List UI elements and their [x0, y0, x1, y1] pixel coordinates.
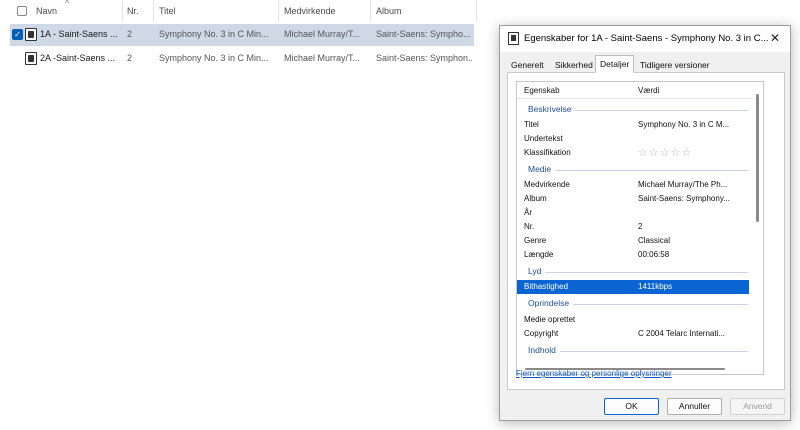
property-row-nr[interactable]: Nr. 2	[517, 220, 749, 234]
property-key: Nr.	[524, 222, 535, 231]
remove-properties-link[interactable]: Fjern egenskaber og personlige oplysning…	[516, 369, 672, 378]
property-key: År	[524, 208, 532, 217]
file-name: 1A - Saint-Saens ...	[40, 29, 118, 39]
property-key: Klassifikation	[524, 148, 571, 157]
group-label: Oprindelse	[528, 298, 574, 308]
tab-general[interactable]: Generelt	[506, 56, 549, 72]
file-artist: Michael Murray/T...	[284, 29, 361, 39]
sort-ascending-icon: ^	[65, 0, 70, 8]
properties-dialog: Egenskaber for 1A - Saint-Saens - Sympho…	[499, 25, 791, 421]
property-row-bitrate[interactable]: Bithastighed 1411kbps	[517, 280, 749, 294]
file-title: Symphony No. 3 in C Min...	[159, 29, 269, 39]
column-header-row: ^ Navn Nr. Titel Medvirkende Album	[0, 0, 478, 22]
column-divider[interactable]	[153, 0, 154, 22]
property-row-length[interactable]: Længde 00:06:58	[517, 248, 749, 262]
audio-file-icon	[25, 52, 37, 65]
property-key: Medvirkende	[524, 180, 570, 189]
tab-details[interactable]: Detaljer	[595, 55, 635, 73]
group-divider	[528, 272, 748, 273]
file-album: Saint-Saens: Sympho...	[376, 29, 471, 39]
group-label: Lyd	[528, 266, 546, 276]
file-nr: 2	[127, 53, 133, 63]
property-row-subtitle[interactable]: Undertekst	[517, 132, 749, 146]
column-divider[interactable]	[370, 0, 371, 22]
cancel-button[interactable]: Annuller	[667, 398, 722, 415]
ok-button[interactable]: OK	[604, 398, 659, 415]
property-key: Undertekst	[524, 134, 563, 143]
property-key: Længde	[524, 250, 554, 259]
file-row[interactable]: ✓ 1A - Saint-Saens ... 2 Symphony No. 3 …	[10, 24, 474, 46]
dialog-title: Egenskaber for 1A - Saint-Saens - Sympho…	[524, 33, 769, 44]
property-value: Saint-Saens: Symphony...	[638, 194, 730, 203]
group-sound: Lyd	[517, 266, 753, 278]
property-row-media-created[interactable]: Medie oprettet	[517, 313, 749, 327]
group-media: Medie	[517, 164, 753, 176]
property-row-rating[interactable]: Klassifikation ☆☆☆☆☆	[517, 146, 749, 160]
property-row-copyright[interactable]: Copyright C 2004 Telarc Internati...	[517, 327, 749, 341]
column-header-value[interactable]: Værdi	[638, 86, 659, 95]
group-description: Beskrivelse	[517, 104, 753, 116]
property-key: Album	[524, 194, 547, 203]
tab-security[interactable]: Sikkerhed	[550, 56, 598, 72]
scrollbar-thumb[interactable]	[756, 94, 759, 222]
property-row-title[interactable]: Titel Symphony No. 3 in C M...	[517, 118, 749, 132]
file-nr: 2	[127, 29, 133, 39]
header-divider	[517, 98, 753, 99]
property-value: Symphony No. 3 in C M...	[638, 120, 730, 129]
property-value: Classical	[638, 236, 671, 245]
file-album: Saint-Saens: Symphon...	[376, 53, 472, 63]
property-row-genre[interactable]: Genre Classical	[517, 234, 749, 248]
column-header-artist[interactable]: Medvirkende	[284, 6, 336, 20]
property-list[interactable]: Egenskab Værdi Beskrivelse Titel Symphon…	[516, 81, 764, 375]
file-name: 2A -Saint-Saens ...	[40, 53, 116, 63]
group-label: Beskrivelse	[528, 104, 576, 114]
property-key: Genre	[524, 236, 547, 245]
property-row-artists[interactable]: Medvirkende Michael Murray/The Ph...	[517, 178, 749, 192]
column-header-property[interactable]: Egenskab	[524, 86, 560, 95]
file-title: Symphony No. 3 in C Min...	[159, 53, 269, 63]
vertical-scrollbar[interactable]	[756, 94, 760, 354]
group-content: Indhold	[517, 345, 753, 357]
audio-file-icon	[25, 28, 37, 41]
group-label: Indhold	[528, 345, 560, 355]
property-value: Michael Murray/The Ph...	[638, 180, 728, 189]
column-divider[interactable]	[122, 0, 123, 22]
property-key: Medie oprettet	[524, 315, 576, 324]
property-row-year[interactable]: År	[517, 206, 749, 220]
file-artist: Michael Murray/T...	[284, 53, 361, 63]
property-value: 2	[638, 222, 643, 231]
property-key: Copyright	[524, 329, 559, 338]
rating-stars-icon[interactable]: ☆☆☆☆☆	[638, 146, 692, 159]
file-row[interactable]: 2A -Saint-Saens ... 2 Symphony No. 3 in …	[10, 48, 474, 70]
column-header-name[interactable]: Navn	[36, 6, 57, 20]
property-row-album[interactable]: Album Saint-Saens: Symphony...	[517, 192, 749, 206]
close-icon[interactable]: ✕	[770, 31, 780, 45]
row-checkbox[interactable]: ✓	[12, 29, 23, 40]
property-key: Bithastighed	[524, 282, 569, 291]
property-value: 00:06:58	[638, 250, 670, 259]
dialog-titlebar[interactable]: Egenskaber for 1A - Saint-Saens - Sympho…	[500, 26, 790, 52]
property-key: Titel	[524, 120, 539, 129]
group-divider	[528, 351, 748, 352]
file-list: ^ Navn Nr. Titel Medvirkende Album ✓ 1A …	[0, 0, 478, 430]
tab-previous-versions[interactable]: Tidligere versioner	[635, 56, 715, 72]
property-value: C 2004 Telarc Internati...	[638, 329, 726, 338]
column-divider[interactable]	[278, 0, 279, 22]
details-panel: Egenskab Værdi Beskrivelse Titel Symphon…	[507, 72, 785, 390]
group-divider	[528, 170, 748, 171]
group-label: Medie	[528, 164, 556, 174]
column-header-title[interactable]: Titel	[159, 6, 176, 20]
apply-button[interactable]: Anvend	[730, 398, 785, 415]
group-origin: Oprindelse	[517, 298, 753, 310]
column-header-album[interactable]: Album	[376, 6, 402, 20]
property-value: 1411kbps	[638, 282, 673, 291]
audio-file-icon	[508, 32, 519, 45]
column-divider[interactable]	[476, 0, 477, 22]
select-all-checkbox[interactable]	[17, 6, 27, 16]
column-header-nr[interactable]: Nr.	[127, 6, 139, 20]
